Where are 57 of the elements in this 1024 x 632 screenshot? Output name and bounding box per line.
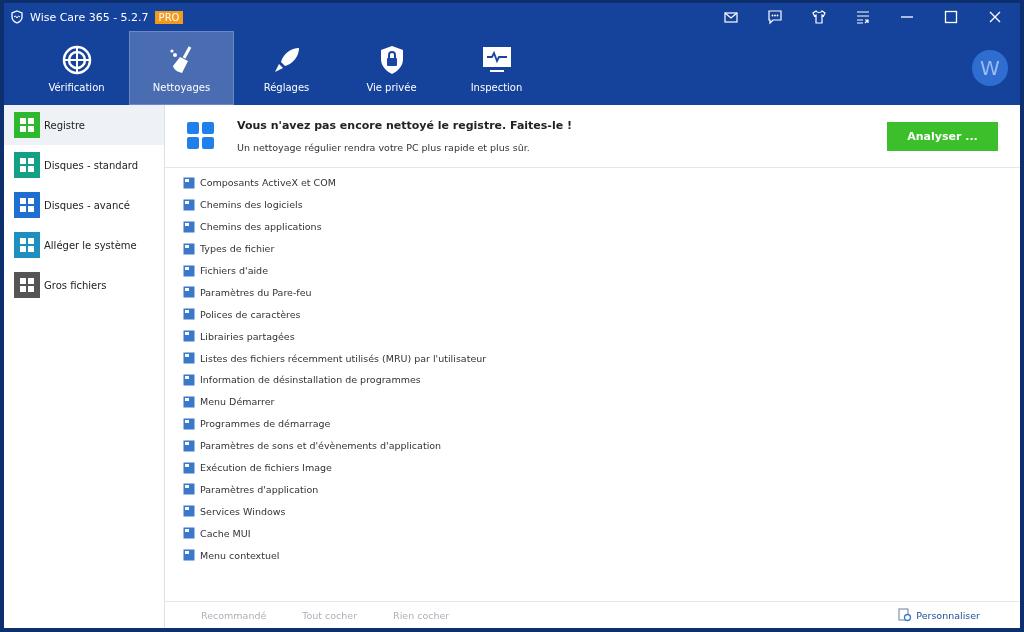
registry-item-icon <box>183 527 195 540</box>
radar-icon <box>60 43 93 76</box>
registry-item-label: Menu contextuel <box>200 549 280 561</box>
registry-item-icon <box>183 242 195 255</box>
registry-item-icon <box>183 417 195 430</box>
registry-item-label: Chemins des applications <box>200 221 322 233</box>
menu-icon[interactable] <box>855 9 871 25</box>
nav-tab[interactable]: Inspection <box>444 31 549 105</box>
maximize-icon[interactable] <box>943 9 959 25</box>
nav-tab[interactable]: Vérification <box>24 31 129 105</box>
chat-icon[interactable] <box>767 9 783 25</box>
registry-item-label: Paramètres d'application <box>200 483 319 495</box>
registry-item-label: Exécution de fichiers Image <box>200 462 332 473</box>
registry-item-icon <box>183 264 195 277</box>
mail-icon[interactable] <box>723 9 739 25</box>
nav-tab[interactable]: Réglages <box>234 31 339 105</box>
nav-tab[interactable]: Vie privée <box>339 31 444 105</box>
registry-item-label: Information de désinstallation de programmes <box>200 374 421 386</box>
grid-tiles-icon <box>187 122 215 150</box>
registry-item-label: Services Windows <box>200 505 286 517</box>
registry-item-icon <box>183 198 195 211</box>
gear-page-icon <box>898 608 913 622</box>
registry-item-icon <box>183 439 195 452</box>
registry-item-icon <box>183 220 195 233</box>
banner-title: Vous n'avez pas encore nettoyé le registre. Faites-le ! <box>237 119 572 132</box>
registry-item-label: Composants ActiveX et COM <box>200 177 336 189</box>
registry-item-label: Cache MUI <box>200 527 251 539</box>
registry-item-icon <box>183 286 195 299</box>
registry-item-icon <box>183 505 195 518</box>
window-title: Wise Care 365 - 5.2.7 <box>30 10 149 24</box>
registry-item-icon <box>183 483 195 496</box>
registry-item-icon <box>183 176 195 189</box>
registry-item-label: Paramètres du Pare-feu <box>200 286 312 298</box>
customize-link[interactable]: Personnaliser <box>916 609 980 621</box>
nav-tab[interactable]: Nettoyages <box>129 31 234 105</box>
banner-subtitle: Un nettoyage régulier rendra votre PC plus rapide et plus sûr. <box>237 142 531 153</box>
pro-badge: PRO <box>154 10 184 24</box>
sidebar-item[interactable]: Registre <box>4 105 164 145</box>
registry-item-icon <box>183 330 195 343</box>
registry-item-icon <box>183 373 195 386</box>
registry-item-icon <box>183 352 195 365</box>
registry-item-label: Menu Démarrer <box>200 396 275 408</box>
registry-item-label: Listes des fichiers récemment utilisés (MRU) par l'utilisateur <box>200 352 487 364</box>
shield-logo-icon <box>10 10 24 24</box>
registry-item-label: Librairies partagées <box>200 330 295 342</box>
registry-item-icon <box>183 461 195 474</box>
registry-item-icon <box>183 395 195 408</box>
shirt-icon[interactable] <box>811 9 827 25</box>
registry-item-label: Programmes de démarrage <box>200 418 331 430</box>
registry-item-icon <box>183 549 195 562</box>
close-icon[interactable] <box>987 9 1003 25</box>
registry-item-label: Chemins des logiciels <box>200 199 303 211</box>
registry-item-label: Types de fichier <box>200 243 275 255</box>
registry-item-label: Polices de caractères <box>200 308 301 320</box>
registry-item-icon <box>183 308 195 321</box>
registry-item-label: Fichiers d'aide <box>200 265 268 276</box>
registry-item-label: Paramètres de sons et d'évènements d'application <box>200 440 442 452</box>
